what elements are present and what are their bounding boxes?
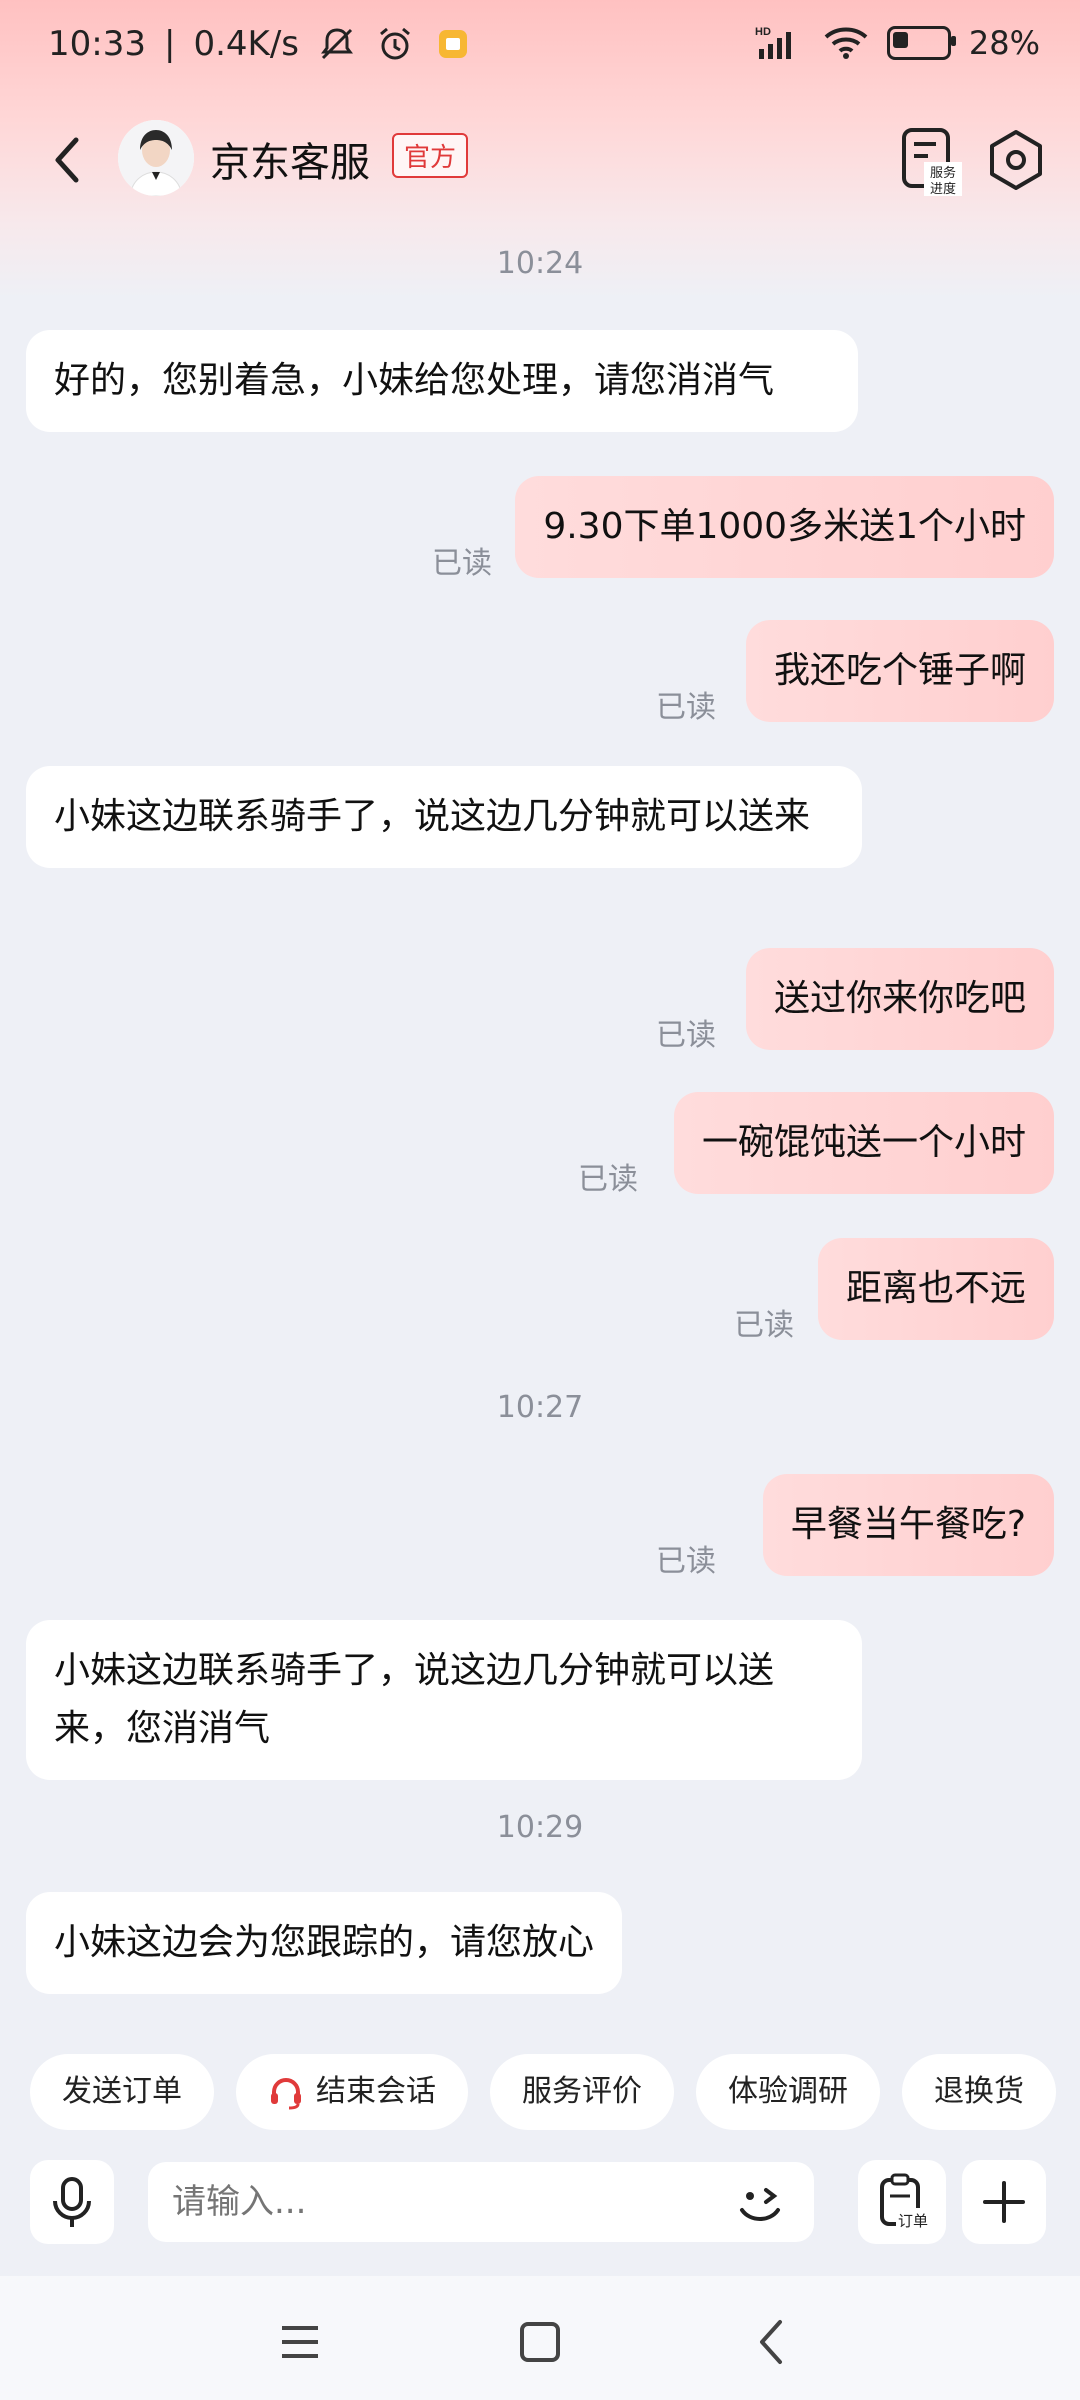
settings-hexagon-icon <box>990 130 1042 190</box>
chip-label: 退换货 <box>934 2074 1024 2109</box>
official-badge: 官方 <box>392 133 469 178</box>
chip-label: 服务评价 <box>522 2074 642 2109</box>
quick-actions-bar: 发送订单 结束会话 服务评价 体验调研 退换货 <box>30 2054 1080 2130</box>
clipboard-order-icon: 订单 <box>880 2173 932 2230</box>
emoji-wink-icon[interactable] <box>730 2174 790 2234</box>
more-plus-button[interactable] <box>962 2160 1046 2244</box>
status-net-speed: 0.4K/s <box>193 24 299 64</box>
status-divider: | <box>163 24 176 64</box>
read-receipt: 已读 <box>656 690 716 725</box>
menu-icon[interactable] <box>270 2312 330 2372</box>
service-progress-button[interactable]: 服务 进度 <box>890 120 970 200</box>
hd-label: HD <box>755 26 771 38</box>
message-incoming[interactable]: 好的，您别着急，小妹给您处理，请您消消气 <box>26 330 858 432</box>
voice-button[interactable] <box>30 2160 114 2244</box>
chip-label: 发送订单 <box>62 2074 182 2109</box>
end-session-chip[interactable]: 结束会话 <box>236 2054 468 2130</box>
message-outgoing[interactable]: 我还吃个锤子啊 <box>745 620 1054 722</box>
message-incoming[interactable]: 小妹这边联系骑手了，说这边几分钟就可以送来 <box>26 766 862 868</box>
agent-avatar-icon <box>118 120 194 196</box>
system-nav-bar <box>0 2276 1080 2400</box>
progress-label-2: 进度 <box>930 181 956 197</box>
mute-bell-icon <box>321 28 353 60</box>
service-rating-chip[interactable]: 服务评价 <box>490 2054 674 2130</box>
message-incoming[interactable]: 小妹这边会为您跟踪的，请您放心 <box>26 1892 623 1994</box>
battery-fill <box>892 32 908 48</box>
chip-label: 体验调研 <box>728 2074 848 2109</box>
status-time: 10:33 <box>48 24 146 64</box>
send-order-chip[interactable]: 发送订单 <box>30 2054 214 2130</box>
experience-survey-chip[interactable]: 体验调研 <box>696 2054 880 2130</box>
return-exchange-chip[interactable]: 退换货 <box>902 2054 1056 2130</box>
plus-icon <box>983 2181 1025 2223</box>
battery-icon <box>886 26 956 60</box>
message-outgoing[interactable]: 一碗馄饨送一个小时 <box>673 1092 1054 1194</box>
service-progress-icon: 服务 进度 <box>902 128 962 197</box>
agent-avatar[interactable] <box>118 120 194 196</box>
message-input[interactable] <box>148 2162 814 2242</box>
chat-header: 京东客服 官方 服务 进度 <box>0 100 1080 220</box>
message-outgoing[interactable]: 距离也不远 <box>817 1238 1054 1340</box>
timestamp: 10:27 <box>496 1390 584 1425</box>
timestamp: 10:29 <box>496 1810 584 1845</box>
signal-icon: HD <box>755 26 791 59</box>
battery-percent: 28% <box>968 24 1040 62</box>
status-bar: 10:33 | 0.4K/s HD 28% <box>0 0 1080 100</box>
message-outgoing[interactable]: 9.30下单1000多米送1个小时 <box>515 476 1054 578</box>
timestamp: 10:24 <box>496 246 584 281</box>
read-receipt: 已读 <box>656 1018 716 1053</box>
read-receipt: 已读 <box>656 1544 716 1579</box>
back-arrow-icon[interactable] <box>40 128 100 192</box>
home-square-icon[interactable] <box>510 2312 570 2372</box>
progress-label-1: 服务 <box>930 165 956 181</box>
chat-title: 京东客服 <box>210 140 370 186</box>
order-button[interactable]: 订单 <box>858 2160 946 2244</box>
back-triangle-icon[interactable] <box>742 2312 802 2372</box>
settings-button[interactable] <box>976 120 1056 200</box>
chip-label: 结束会话 <box>316 2074 436 2109</box>
message-outgoing[interactable]: 送过你来你吃吧 <box>745 948 1054 1050</box>
order-label: 订单 <box>898 2212 928 2230</box>
wifi-icon <box>824 27 868 59</box>
message-incoming[interactable]: 小妹这边联系骑手了，说这边几分钟就可以送来，您消消气 <box>26 1620 862 1780</box>
headset-icon <box>271 2078 301 2110</box>
microphone-icon <box>53 2177 91 2227</box>
notification-app-icon <box>439 30 467 58</box>
message-outgoing[interactable]: 早餐当午餐吃? <box>762 1474 1054 1576</box>
read-receipt: 已读 <box>578 1162 638 1197</box>
input-bar: 订单 <box>0 2156 1080 2276</box>
read-receipt: 已读 <box>734 1308 794 1343</box>
read-receipt: 已读 <box>432 546 492 581</box>
alarm-icon <box>380 27 410 60</box>
